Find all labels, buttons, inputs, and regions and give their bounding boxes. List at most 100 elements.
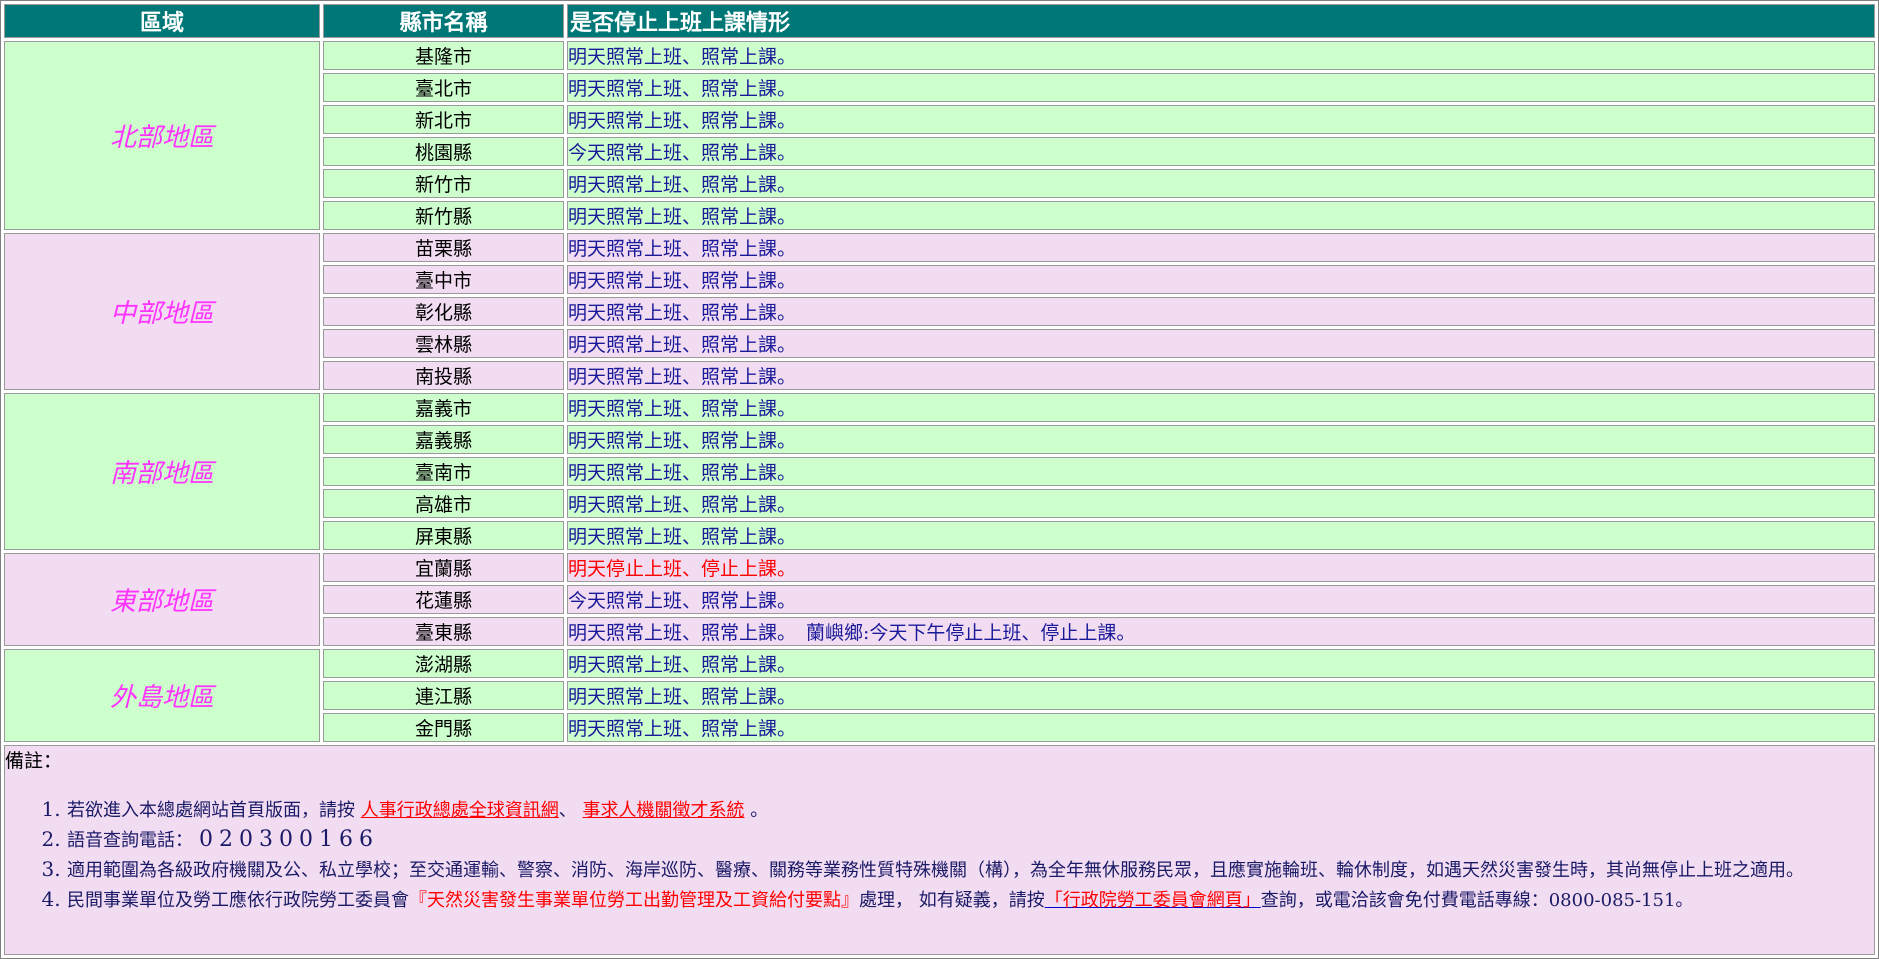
notes-title: 備註：	[5, 750, 63, 772]
suspension-status: 明天照常上班、照常上課。	[567, 105, 1875, 134]
status-text: 明天照常上班、照常上課。	[568, 174, 797, 196]
table-row: 外島地區 澎湖縣 明天照常上班、照常上課。	[4, 649, 1875, 742]
note-4-end: 查詢，或電洽該會免付費電話專線：0800-085-151。	[1260, 890, 1694, 911]
notes-list: 若欲進入本總處網站首頁版面，請按 人事行政總處全球資訊網、 事求人機關徵才系統 …	[5, 795, 1874, 915]
suspension-status: 明天照常上班、照常上課。	[567, 41, 1875, 70]
status-text: 明天照常上班、照常上課。	[568, 206, 797, 228]
note-item-3: 適用範圍為各級政府機關及公、私立學校；至交通運輸、警察、消防、海岸巡防、醫療、關…	[67, 855, 1874, 885]
county-name: 南投縣	[323, 361, 564, 390]
suspension-status: 明天照常上班、照常上課。	[567, 393, 1875, 422]
status-text: 明天照常上班、照常上課。	[568, 654, 797, 676]
county-name: 花蓮縣	[323, 585, 564, 614]
table-row: 東部地區 宜蘭縣 明天停止上班、停止上課。	[4, 553, 1875, 646]
status-text: 明天照常上班、照常上課。	[568, 718, 797, 740]
status-text: 明天照常上班、照常上課。	[568, 430, 797, 452]
suspension-status: 明天照常上班、照常上課。	[567, 425, 1875, 454]
note-item-4: 民間事業單位及勞工應依行政院勞工委員會『天然災害發生事業單位勞工出勤管理及工資給…	[67, 885, 1874, 915]
suspension-status: 明天照常上班、照常上課。	[567, 681, 1875, 710]
note-4-mid: 處理， 如有疑義，請按	[859, 890, 1045, 911]
status-text: 明天停止上班、停止上課。	[568, 558, 797, 580]
county-name: 嘉義縣	[323, 425, 564, 454]
region-name: 北部地區	[4, 41, 320, 230]
county-name: 宜蘭縣	[323, 553, 564, 582]
status-text: 今天照常上班、照常上課。	[568, 142, 797, 164]
status-text: 明天照常上班、照常上課。	[568, 110, 797, 132]
job-recruitment-system-link[interactable]: 事求人機關徵才系統	[582, 800, 744, 821]
note-item-2: 語音查詢電話： 020300166	[67, 825, 1874, 855]
suspension-status: 明天照常上班、照常上課。	[567, 265, 1875, 294]
notes-panel: 備註： 若欲進入本總處網站首頁版面，請按 人事行政總處全球資訊網、 事求人機關徵…	[4, 745, 1875, 955]
status-text: 今天照常上班、照常上課。	[568, 590, 797, 612]
status-text: 明天照常上班、照常上課。	[568, 526, 797, 548]
status-text: 明天照常上班、照常上課。	[568, 78, 797, 100]
status-text: 明天照常上班、照常上課。	[568, 302, 797, 324]
header-county: 縣市名稱	[323, 4, 564, 38]
county-name: 雲林縣	[323, 329, 564, 358]
note-4-text: 民間事業單位及勞工應依行政院勞工委員會	[67, 890, 409, 911]
region-name: 中部地區	[4, 233, 320, 390]
note-item-1: 若欲進入本總處網站首頁版面，請按 人事行政總處全球資訊網、 事求人機關徵才系統 …	[67, 795, 1874, 825]
note-1-text: 若欲進入本總處網站首頁版面，請按	[67, 800, 355, 821]
suspension-status: 明天照常上班、照常上課。	[567, 489, 1875, 518]
suspension-status: 明天照常上班、照常上課。	[567, 649, 1875, 678]
status-text: 明天照常上班、照常上課。	[568, 494, 797, 516]
status-text: 明天照常上班、照常上課。	[568, 270, 797, 292]
region-name: 東部地區	[4, 553, 320, 646]
table-row: 南部地區 嘉義市 明天照常上班、照常上課。	[4, 393, 1875, 550]
table-row: 北部地區 基隆市 明天照常上班、照常上課。	[4, 41, 1875, 230]
county-name: 高雄市	[323, 489, 564, 518]
status-text: 明天照常上班、照常上課。	[568, 46, 797, 68]
county-name: 苗栗縣	[323, 233, 564, 262]
suspension-status: 明天照常上班、照常上課。	[567, 201, 1875, 230]
suspension-status: 今天照常上班、照常上課。	[567, 585, 1875, 614]
note-1-end: 。	[750, 800, 769, 821]
table-row: 中部地區 苗栗縣 明天照常上班、照常上課。	[4, 233, 1875, 390]
work-school-suspension-table: 區域 縣市名稱 是否停止上班上課情形 北部地區 基隆市 明天照常上班、照常上課。 臺北…	[0, 0, 1879, 959]
suspension-status: 明天照常上班、照常上課。	[567, 521, 1875, 550]
suspension-status: 明天照常上班、照常上課。 蘭嶼鄉:今天下午停止上班、停止上課。	[567, 617, 1875, 646]
labor-council-website-link[interactable]: 「行政院勞工委員會網頁」	[1045, 890, 1261, 911]
status-text: 明天照常上班、照常上課。	[568, 238, 797, 260]
note-3-text: 適用範圍為各級政府機關及公、私立學校；至交通運輸、警察、消防、海岸巡防、醫療、關…	[67, 860, 1804, 881]
table-body: 北部地區 基隆市 明天照常上班、照常上課。 臺北市 明天照常上班、照常上課。 新北市 明天照…	[4, 41, 1875, 742]
suspension-status: 明天照常上班、照常上課。	[567, 169, 1875, 198]
county-name: 連江縣	[323, 681, 564, 710]
suspension-status: 明天停止上班、停止上課。	[567, 553, 1875, 582]
note-1-separator: 、	[558, 800, 577, 821]
county-name: 基隆市	[323, 41, 564, 70]
county-name: 臺中市	[323, 265, 564, 294]
county-name: 嘉義市	[323, 393, 564, 422]
suspension-status: 明天照常上班、照常上課。	[567, 713, 1875, 742]
county-name: 新竹市	[323, 169, 564, 198]
disaster-attendance-guideline: 『天然災害發生事業單位勞工出勤管理及工資給付要點』	[409, 890, 859, 911]
dgpa-website-link[interactable]: 人事行政總處全球資訊網	[361, 800, 559, 821]
voice-hotline-label: 語音查詢電話：	[67, 830, 193, 851]
county-name: 新北市	[323, 105, 564, 134]
suspension-status: 明天照常上班、照常上課。	[567, 297, 1875, 326]
county-name: 臺北市	[323, 73, 564, 102]
suspension-status: 明天照常上班、照常上課。	[567, 457, 1875, 486]
header-region: 區域	[4, 4, 320, 38]
status-text: 明天照常上班、照常上課。	[568, 366, 797, 388]
suspension-status: 今天照常上班、照常上課。	[567, 137, 1875, 166]
suspension-status: 明天照常上班、照常上課。	[567, 329, 1875, 358]
voice-hotline-number: 020300166	[199, 827, 379, 852]
suspension-status: 明天照常上班、照常上課。	[567, 73, 1875, 102]
county-name: 屏東縣	[323, 521, 564, 550]
status-text: 明天照常上班、照常上課。	[568, 462, 797, 484]
region-name: 外島地區	[4, 649, 320, 742]
region-name: 南部地區	[4, 393, 320, 550]
county-name: 新竹縣	[323, 201, 564, 230]
county-name: 金門縣	[323, 713, 564, 742]
status-text: 明天照常上班、照常上課。	[568, 622, 797, 644]
status-text: 明天照常上班、照常上課。	[568, 334, 797, 356]
county-name: 臺南市	[323, 457, 564, 486]
county-name: 桃園縣	[323, 137, 564, 166]
status-text: 明天照常上班、照常上課。	[568, 398, 797, 420]
county-name: 臺東縣	[323, 617, 564, 646]
suspension-status: 明天照常上班、照常上課。	[567, 233, 1875, 262]
county-name: 彰化縣	[323, 297, 564, 326]
status-extra-text: 蘭嶼鄉:今天下午停止上班、停止上課。	[806, 622, 1136, 644]
suspension-status: 明天照常上班、照常上課。	[567, 361, 1875, 390]
status-text: 明天照常上班、照常上課。	[568, 686, 797, 708]
